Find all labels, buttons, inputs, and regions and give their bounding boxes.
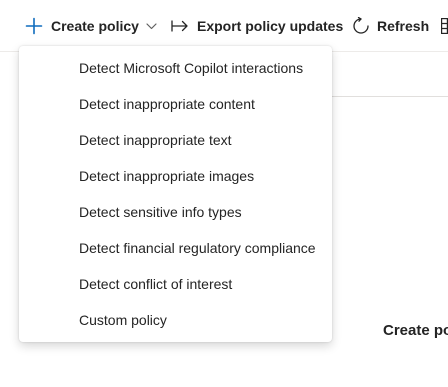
create-policy-menu: Detect Microsoft Copilot interactions De… (19, 46, 332, 342)
menu-item-custom-policy[interactable]: Custom policy (19, 302, 332, 338)
menu-item-inappropriate-text[interactable]: Detect inappropriate text (19, 122, 332, 158)
refresh-button[interactable]: Refresh (352, 13, 429, 39)
menu-item-inappropriate-images[interactable]: Detect inappropriate images (19, 158, 332, 194)
chevron-down-icon (146, 22, 157, 30)
background-heading: Create po (383, 322, 448, 339)
menu-item-conflict-of-interest[interactable]: Detect conflict of interest (19, 266, 332, 302)
command-bar: Create policy Export policy updates Refr… (0, 0, 448, 52)
content-divider (330, 96, 448, 97)
more-icon[interactable] (441, 18, 448, 39)
menu-item-financial-regulatory-compliance[interactable]: Detect financial regulatory compliance (19, 230, 332, 266)
export-label: Export policy updates (197, 18, 344, 34)
export-policy-updates-button[interactable]: Export policy updates (171, 13, 343, 39)
add-icon (25, 17, 43, 35)
refresh-icon (352, 17, 370, 35)
menu-item-inappropriate-content[interactable]: Detect inappropriate content (19, 86, 332, 122)
menu-item-sensitive-info-types[interactable]: Detect sensitive info types (19, 194, 332, 230)
create-policy-button[interactable]: Create policy (25, 13, 157, 39)
export-arrow-icon (171, 19, 189, 33)
refresh-label: Refresh (377, 18, 430, 34)
menu-item-copilot-interactions[interactable]: Detect Microsoft Copilot interactions (19, 50, 332, 86)
create-policy-label: Create policy (51, 18, 139, 34)
